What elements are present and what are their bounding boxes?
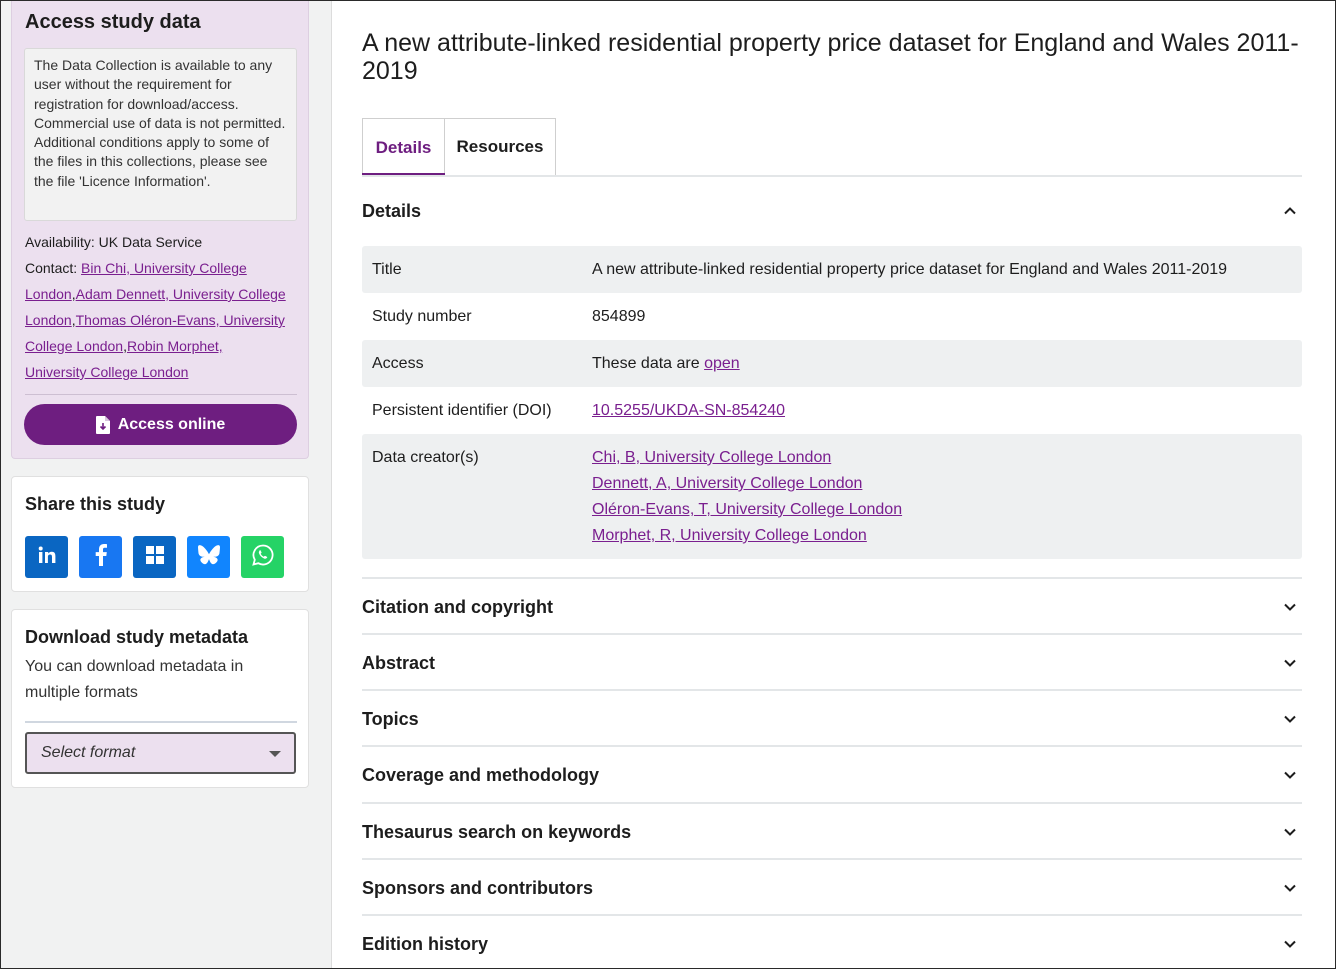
chevron-up-icon xyxy=(1283,204,1297,218)
data-creators-key: Data creator(s) xyxy=(372,449,479,466)
access-online-button[interactable]: Access online xyxy=(24,404,297,445)
share-title: Share this study xyxy=(25,494,166,514)
details-table: Title A new attribute-linked residential… xyxy=(362,246,1302,559)
sidebar: Access study data The Data Collection is… xyxy=(1,1,332,968)
bluesky-icon xyxy=(197,544,220,570)
access-study-panel: Access study data The Data Collection is… xyxy=(11,1,309,459)
share-facebook-button[interactable] xyxy=(79,536,122,578)
share-linkedin-button[interactable] xyxy=(25,536,68,578)
section-label: Abstract xyxy=(362,652,436,673)
file-download-icon xyxy=(95,415,110,434)
chevron-down-icon xyxy=(1283,600,1297,614)
chevron-down-icon xyxy=(1283,768,1297,782)
details-accordion-label: Details xyxy=(362,200,422,221)
page: Access study data The Data Collection is… xyxy=(0,0,1336,969)
share-bluesky-button[interactable] xyxy=(187,536,230,578)
creator-link[interactable]: Chi, B, University College London xyxy=(592,445,1302,471)
table-row: Access These data are open xyxy=(362,340,1302,387)
creator-link[interactable]: Dennett, A, University College London xyxy=(592,471,1302,497)
section-label: Citation and copyright xyxy=(362,596,553,617)
creator-link[interactable]: Morphet, R, University College London xyxy=(592,523,1302,549)
title-key: Title xyxy=(372,260,402,278)
chevron-down-icon xyxy=(1283,656,1297,670)
table-row: Title A new attribute-linked residential… xyxy=(362,246,1302,293)
chevron-down-icon xyxy=(1283,825,1297,839)
citation-accordion-header[interactable]: Citation and copyright xyxy=(362,579,1302,635)
section-label: Sponsors and contributors xyxy=(362,877,594,898)
facebook-icon xyxy=(94,543,108,571)
access-conditions-note: The Data Collection is available to any … xyxy=(24,48,297,221)
linkedin-icon xyxy=(37,545,57,570)
topics-accordion-header[interactable]: Topics xyxy=(362,691,1302,747)
doi-key: Persistent identifier (DOI) xyxy=(372,401,552,419)
download-metadata-title: Download study metadata xyxy=(25,627,249,647)
tab-underline xyxy=(362,175,1302,177)
access-prefix: These data are xyxy=(592,354,700,372)
edition-history-accordion-header[interactable]: Edition history xyxy=(362,916,1302,968)
download-metadata-panel: Download study metadata You can download… xyxy=(11,609,309,788)
tab-bar: Details Resources xyxy=(362,118,556,176)
download-metadata-text: You can download metadata in multiple fo… xyxy=(25,658,244,701)
details-accordion-header[interactable]: Details xyxy=(362,183,1302,239)
table-row: Data creator(s) Chi, B, University Colle… xyxy=(362,434,1302,559)
thesaurus-accordion-header[interactable]: Thesaurus search on keywords xyxy=(362,804,1302,860)
chevron-down-icon xyxy=(1283,712,1297,726)
doi-value: 10.5255/UKDA-SN-854240 xyxy=(592,402,1302,420)
divider xyxy=(25,721,297,723)
section-label: Topics xyxy=(362,708,419,729)
availability-value: UK Data Service xyxy=(98,234,203,250)
main-content: A new attribute-linked residential prope… xyxy=(362,1,1302,968)
share-buttons xyxy=(25,536,284,578)
availability: Availability: UK Data Service xyxy=(25,234,202,250)
table-row: Persistent identifier (DOI) 10.5255/UKDA… xyxy=(362,387,1302,434)
divider xyxy=(25,394,297,395)
contact-list: Contact: Bin Chi, University College Lon… xyxy=(25,260,286,380)
access-panel-title: Access study data xyxy=(25,11,201,33)
tab-resources[interactable]: Resources xyxy=(445,118,556,176)
availability-label: Availability: xyxy=(25,234,95,250)
share-microsoft-button[interactable] xyxy=(133,536,176,578)
tab-details[interactable]: Details xyxy=(362,118,445,176)
sponsors-accordion-header[interactable]: Sponsors and contributors xyxy=(362,860,1302,916)
data-creators-value: Chi, B, University College London Dennet… xyxy=(592,445,1302,559)
study-number-value: 854899 xyxy=(592,307,646,325)
chevron-down-icon xyxy=(1283,937,1297,951)
share-whatsapp-button[interactable] xyxy=(241,536,284,578)
study-number-key: Study number xyxy=(372,307,472,325)
access-open-link[interactable]: open xyxy=(704,355,740,372)
access-key: Access xyxy=(372,354,424,372)
access-online-label: Access online xyxy=(117,415,226,433)
table-row: Study number 854899 xyxy=(362,293,1302,340)
section-label: Coverage and methodology xyxy=(362,764,600,785)
section-label: Edition history xyxy=(362,933,488,954)
title-value: A new attribute-linked residential prope… xyxy=(592,260,1228,278)
format-select-placeholder: Select format xyxy=(41,744,136,761)
contact-label: Contact: xyxy=(25,260,78,276)
chevron-down-icon xyxy=(1283,881,1297,895)
doi-link[interactable]: 10.5255/UKDA-SN-854240 xyxy=(592,402,785,419)
whatsapp-icon xyxy=(251,544,274,571)
access-value: These data are open xyxy=(592,355,1302,373)
share-panel: Share this study xyxy=(11,476,309,592)
section-label: Thesaurus search on keywords xyxy=(362,821,632,842)
page-title: A new attribute-linked residential prope… xyxy=(362,29,1299,85)
format-select[interactable]: Select format xyxy=(25,732,296,774)
abstract-accordion-header[interactable]: Abstract xyxy=(362,635,1302,691)
creator-link[interactable]: Oléron-Evans, T, University College Lond… xyxy=(592,497,1302,523)
microsoft-icon xyxy=(145,545,164,569)
coverage-accordion-header[interactable]: Coverage and methodology xyxy=(362,747,1302,803)
chevron-down-icon xyxy=(269,751,281,757)
